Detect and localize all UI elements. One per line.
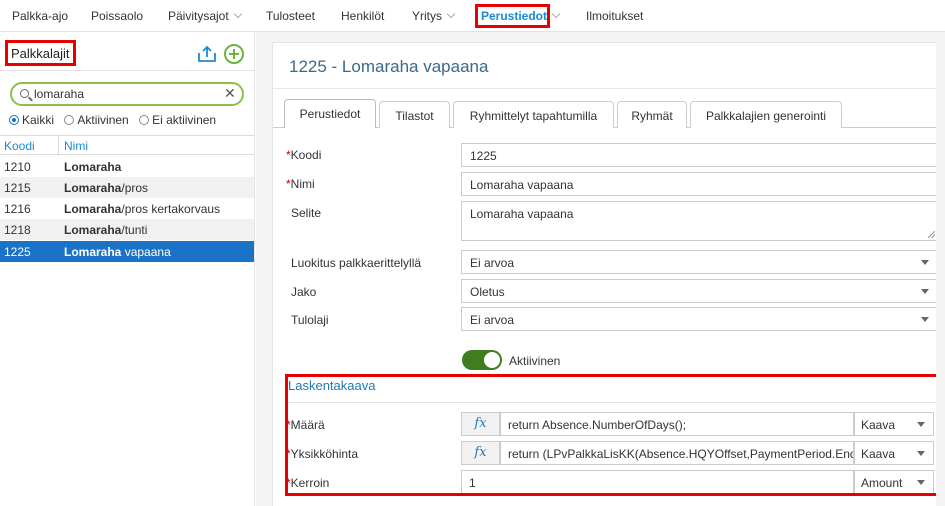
page-title: 1225 - Lomaraha vapaana bbox=[289, 57, 489, 76]
nav-palkka-ajo[interactable]: Palkka-ajo bbox=[12, 9, 68, 23]
nimi-label: *Nimi bbox=[286, 177, 315, 191]
add-icon[interactable] bbox=[224, 44, 244, 64]
resize-handle-icon[interactable] bbox=[928, 231, 935, 238]
chevron-down-icon bbox=[233, 9, 242, 19]
scrollbar[interactable] bbox=[936, 42, 945, 506]
jako-label: Jako bbox=[291, 285, 317, 299]
divider bbox=[0, 70, 254, 71]
nimi-field[interactable]: Lomaraha vapaana bbox=[461, 172, 938, 196]
export-icon[interactable] bbox=[197, 45, 217, 63]
nav-henkilot[interactable]: Henkilöt bbox=[341, 9, 384, 23]
chevron-down-icon bbox=[921, 260, 929, 265]
highlight-box-perustiedot bbox=[475, 4, 550, 28]
search-box: ✕ bbox=[10, 82, 244, 106]
nav-tulosteet[interactable]: Tulosteet bbox=[266, 9, 315, 23]
tab-ryhmittelyt[interactable]: Ryhmittelyt tapahtumilla bbox=[453, 101, 614, 128]
koodi-label: *Koodi bbox=[286, 148, 322, 162]
chevron-down-icon bbox=[446, 9, 456, 19]
row-code: 1218 bbox=[4, 223, 31, 237]
search-input[interactable] bbox=[34, 86, 214, 102]
tab-palkkalajien-generointi[interactable]: Palkkalajien generointi bbox=[690, 101, 842, 128]
koodi-field[interactable]: 1225 bbox=[461, 143, 938, 167]
chevron-down-icon bbox=[921, 289, 929, 294]
search-icon bbox=[20, 89, 29, 98]
selite-textarea[interactable]: Lomaraha vapaana bbox=[461, 201, 938, 241]
aktiivinen-label: Aktiivinen bbox=[509, 354, 561, 368]
aktiivinen-toggle[interactable] bbox=[462, 350, 502, 370]
radio-label-aktiivinen: Aktiivinen bbox=[77, 113, 129, 127]
nav-poissaolo[interactable]: Poissaolo bbox=[91, 9, 143, 23]
panel-title: Palkkalajit bbox=[5, 40, 76, 66]
row-name: Lomaraha/pros kertakorvaus bbox=[64, 202, 221, 216]
top-navigation: Palkka-ajo Poissaolo Päivitysajot Tulost… bbox=[0, 0, 945, 32]
row-code: 1215 bbox=[4, 181, 31, 195]
chevron-down-icon bbox=[551, 9, 561, 19]
list-item[interactable]: 1215 Lomaraha/pros bbox=[0, 177, 254, 198]
radio-label-ei-aktiivinen: Ei aktiivinen bbox=[152, 113, 217, 127]
radio-label-kaikki: Kaikki bbox=[22, 113, 55, 127]
jako-select[interactable]: Oletus bbox=[461, 279, 938, 303]
column-header-nimi[interactable]: Nimi bbox=[64, 139, 88, 153]
nav-ilmoitukset[interactable]: Ilmoitukset bbox=[586, 9, 643, 23]
row-name: Lomaraha vapaana bbox=[64, 245, 171, 259]
tulolaji-select[interactable]: Ei arvoa bbox=[461, 307, 938, 331]
status-filter: Kaikki Aktiivinen Ei aktiivinen bbox=[9, 113, 223, 127]
tab-tilastot[interactable]: Tilastot bbox=[379, 101, 450, 128]
detail-panel: 1225 - Lomaraha vapaana Perustiedot Tila… bbox=[256, 32, 945, 506]
column-header-koodi[interactable]: Koodi bbox=[4, 139, 35, 153]
row-code: 1225 bbox=[4, 245, 31, 259]
close-icon[interactable]: ✕ bbox=[224, 85, 236, 102]
detail-card: 1225 - Lomaraha vapaana Perustiedot Tila… bbox=[272, 42, 945, 506]
nav-paivitysajot[interactable]: Päivitysajot bbox=[168, 9, 242, 23]
row-name: Lomaraha/tunti bbox=[64, 223, 148, 237]
list-item[interactable]: 1218 Lomaraha/tunti bbox=[0, 219, 254, 240]
divider bbox=[273, 88, 945, 89]
radio-ei-aktiivinen[interactable] bbox=[139, 115, 150, 125]
row-name: Lomaraha bbox=[64, 160, 122, 174]
row-code: 1216 bbox=[4, 202, 31, 216]
radio-kaikki[interactable] bbox=[9, 115, 19, 125]
chevron-down-icon bbox=[921, 317, 929, 322]
tulolaji-label: Tulolaji bbox=[291, 313, 329, 327]
tab-ryhmat[interactable]: Ryhmät bbox=[617, 101, 687, 128]
row-name: Lomaraha/pros bbox=[64, 181, 149, 195]
luokitus-label: Luokitus palkkaerittelyllä bbox=[291, 256, 422, 270]
selite-label: Selite bbox=[291, 206, 322, 220]
luokitus-select[interactable]: Ei arvoa bbox=[461, 250, 938, 274]
list-item[interactable]: 1216 Lomaraha/pros kertakorvaus bbox=[0, 198, 254, 219]
column-divider bbox=[58, 136, 59, 156]
list-item[interactable]: 1210 Lomaraha bbox=[0, 156, 254, 177]
nav-yritys[interactable]: Yritys bbox=[412, 9, 456, 23]
list-header: Koodi Nimi bbox=[0, 135, 254, 156]
radio-aktiivinen[interactable] bbox=[64, 115, 75, 125]
highlight-box-laskentakaava bbox=[285, 374, 941, 496]
row-code: 1210 bbox=[4, 160, 31, 174]
palkkalajit-panel: Palkkalajit ✕ Kaikki Aktiivinen Ei aktii… bbox=[0, 32, 255, 506]
list-item-selected[interactable]: 1225 Lomaraha vapaana bbox=[0, 241, 254, 262]
tab-perustiedot[interactable]: Perustiedot bbox=[284, 99, 376, 128]
